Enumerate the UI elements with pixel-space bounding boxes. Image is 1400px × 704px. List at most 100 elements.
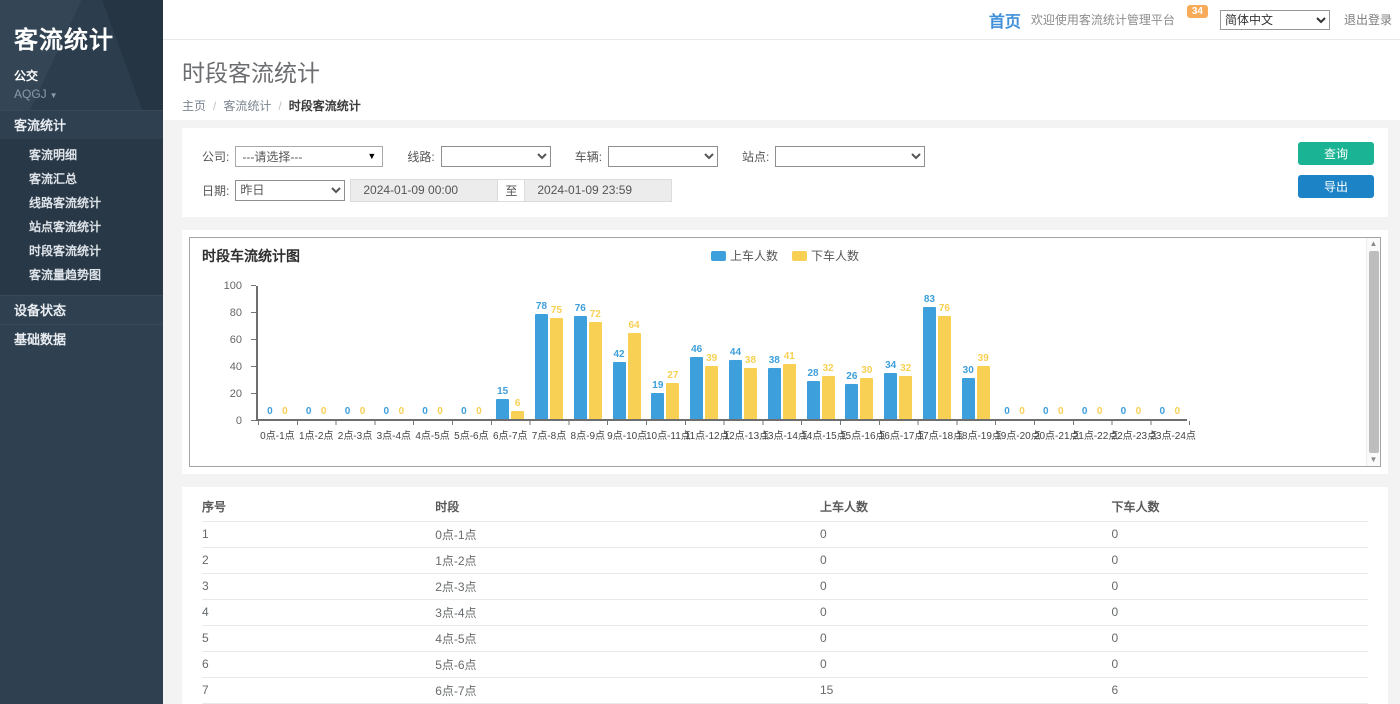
topbar-welcome-text: 欢迎使用客流统计管理平台 [1031,11,1179,28]
table-cell: 6点-7点 [435,677,820,703]
x-tick-label: 14点-15点 [801,427,840,442]
notification-badge[interactable]: 34 [1187,5,1208,18]
x-tick-label: 19点-20点 [995,427,1034,442]
bar [822,376,835,419]
bar [845,384,858,419]
sidebar: 客流统计 公交 AQGJ▼ 客流统计客流明细客流汇总线路客流统计站点客流统计时段… [0,0,163,704]
hourly-flow-table: 序号时段上车人数下车人数 10点-1点0021点-2点0032点-3点0043点… [202,493,1368,704]
bar [613,362,626,419]
table-cell: 5 [202,625,435,651]
table-cell: 2点-3点 [435,573,820,599]
table-cell: 1点-2点 [435,547,820,573]
sidebar-subitem-0-5[interactable]: 客流量趋势图 [0,263,163,287]
table-cell: 7 [202,677,435,703]
table-row: 43点-4点00 [202,599,1368,625]
logout-link[interactable]: 退出登录 [1344,11,1392,28]
user-name: AQGJ [14,87,47,101]
y-tick-label: 0 [236,415,242,427]
bar-group: 4438 [724,284,763,419]
date-preset-select[interactable]: 昨日 [235,180,345,201]
table-cell: 3 [202,573,435,599]
table-cell: 6 [1111,677,1368,703]
table-cell: 0点-1点 [435,521,820,547]
sidebar-subitem-0-0[interactable]: 客流明细 [0,143,163,167]
sidebar-subitem-0-2[interactable]: 线路客流统计 [0,191,163,215]
sidebar-subitem-0-3[interactable]: 站点客流统计 [0,215,163,239]
x-tick-label: 3点-4点 [374,427,413,442]
vehicle-select[interactable] [608,146,718,167]
sidebar-subitem-0-4[interactable]: 时段客流统计 [0,239,163,263]
table-header-row: 序号时段上车人数下车人数 [202,493,1368,521]
sidebar-item-0[interactable]: 客流统计 [0,110,163,139]
sidebar-item-2[interactable]: 基础数据 [0,324,163,353]
bar [574,316,587,419]
breadcrumb-current: 时段客流统计 [289,97,361,114]
x-tick-label: 18点-19点 [956,427,995,442]
x-axis-ticks [258,421,1190,425]
table-header-cell: 下车人数 [1111,493,1368,521]
chart-vertical-scrollbar[interactable]: ▲ ▼ [1366,238,1380,466]
bar-group: 3039 [956,284,995,419]
bar-group: 4264 [607,284,646,419]
table-row: 54点-5点00 [202,625,1368,651]
page-title: 时段客流统计 [182,54,1400,88]
line-select[interactable] [441,146,551,167]
table-cell: 0 [1111,599,1368,625]
bar-group: 00 [1034,284,1073,419]
table-cell: 0 [820,547,1112,573]
table-cell: 4点-5点 [435,625,820,651]
sidebar-item-1[interactable]: 设备状态 [0,295,163,324]
date-from-input[interactable]: 2024-01-09 00:00 [350,179,498,202]
bar-group: 00 [1150,284,1189,419]
bar-group: 00 [995,284,1034,419]
breadcrumb-section[interactable]: 客流统计 [223,97,271,114]
legend-item[interactable]: 上车人数 [711,247,778,264]
export-button[interactable]: 导出 [1298,175,1374,198]
x-tick-label: 1点-2点 [297,427,336,442]
scroll-down-icon[interactable]: ▼ [1370,454,1378,466]
bar [977,366,990,419]
filter-buttons: 查询 导出 [1298,142,1374,198]
y-tick-label: 60 [230,334,242,346]
scrollbar-thumb[interactable] [1369,251,1379,453]
bar-group: 2630 [840,284,879,419]
app-window: 客流统计 公交 AQGJ▼ 客流统计客流明细客流汇总线路客流统计站点客流统计时段… [0,0,1400,704]
scroll-up-icon[interactable]: ▲ [1370,238,1378,250]
breadcrumb-home[interactable]: 主页 [182,97,206,114]
user-menu[interactable]: AQGJ▼ [14,87,149,101]
bar-group: 3841 [762,284,801,419]
bar-value-label: 0 [1160,406,1194,417]
y-tick-label: 80 [230,307,242,319]
legend-item[interactable]: 下车人数 [792,247,859,264]
breadcrumb: 主页 / 客流统计 / 时段客流统计 [182,97,1400,114]
x-tick-label: 5点-6点 [452,427,491,442]
topbar-home-link[interactable]: 首页 [989,8,1021,32]
table-cell: 0 [820,625,1112,651]
language-select[interactable]: 简体中文 [1220,10,1330,30]
station-select[interactable] [775,146,925,167]
bar [744,368,757,419]
chart-card: 时段车流统计图 上车人数下车人数 020406080100 0000000000… [182,230,1388,474]
date-to-input[interactable]: 2024-01-09 23:59 [524,179,672,202]
x-tick-label: 17点-18点 [918,427,957,442]
content: 公司: ---请选择--- ▼ 线路: 车辆: 站点: 日期 [163,120,1400,704]
bar [768,368,781,419]
filter-panel: 公司: ---请选择--- ▼ 线路: 车辆: 站点: 日期 [182,128,1388,217]
company-select[interactable]: ---请选择--- ▼ [235,146,383,167]
table-cell: 5点-6点 [435,651,820,677]
x-tick-label: 7点-8点 [530,427,569,442]
sidebar-menu: 客流统计客流明细客流汇总线路客流统计站点客流统计时段客流统计客流量趋势图设备状态… [0,110,163,353]
x-tick-label: 16点-17点 [879,427,918,442]
legend-swatch-icon [792,251,807,261]
bar-group: 00 [1112,284,1151,419]
query-button[interactable]: 查询 [1298,142,1374,165]
dropdown-arrow-icon: ▼ [367,151,376,161]
table-header-cell: 时段 [435,493,820,521]
x-tick-label: 20点-21点 [1034,427,1073,442]
legend-swatch-icon [711,251,726,261]
sidebar-subitem-0-1[interactable]: 客流汇总 [0,167,163,191]
x-tick-label: 8点-9点 [568,427,607,442]
x-tick-label: 15点-16点 [840,427,879,442]
x-tick-label: 22点-23点 [1112,427,1151,442]
bar-group: 00 [452,284,491,419]
